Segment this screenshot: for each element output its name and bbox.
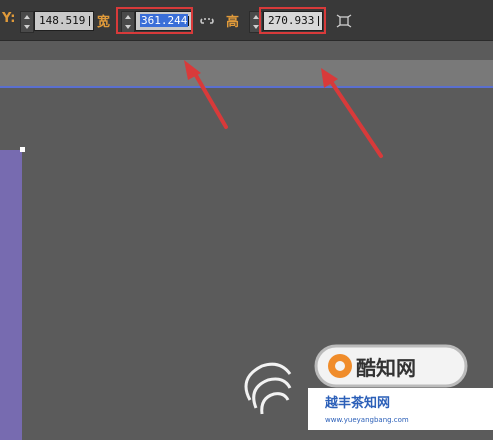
link-icon[interactable] bbox=[199, 13, 215, 29]
height-highlight-box bbox=[259, 7, 326, 34]
page-guide-line bbox=[0, 86, 493, 88]
fit-frame-icon[interactable] bbox=[336, 14, 352, 28]
width-label: 宽 bbox=[97, 15, 111, 30]
width-highlight-box bbox=[116, 7, 193, 34]
y-label: Y: bbox=[2, 11, 16, 26]
watermark-main-text: 酷知网 bbox=[356, 356, 416, 380]
selected-rectangle[interactable] bbox=[0, 150, 22, 440]
y-stepper[interactable] bbox=[20, 11, 34, 33]
watermark: 酷知网 越丰茶知网 www.yueyangbang.com bbox=[228, 338, 493, 430]
watermark-cn-text: 越丰茶知网 bbox=[324, 395, 390, 411]
watermark-url: www.yueyangbang.com bbox=[325, 416, 409, 424]
watermark-graphic: 酷知网 越丰茶知网 www.yueyangbang.com bbox=[244, 344, 493, 430]
properties-toolbar: Y: 148.519 宽 361.244 高 270.933 bbox=[0, 0, 493, 41]
pasteboard-strip bbox=[0, 60, 493, 86]
selection-handle[interactable] bbox=[20, 147, 25, 152]
y-value: 148.519 bbox=[39, 14, 86, 27]
y-field[interactable]: 148.519 bbox=[34, 11, 94, 31]
height-label: 高 bbox=[226, 15, 240, 30]
